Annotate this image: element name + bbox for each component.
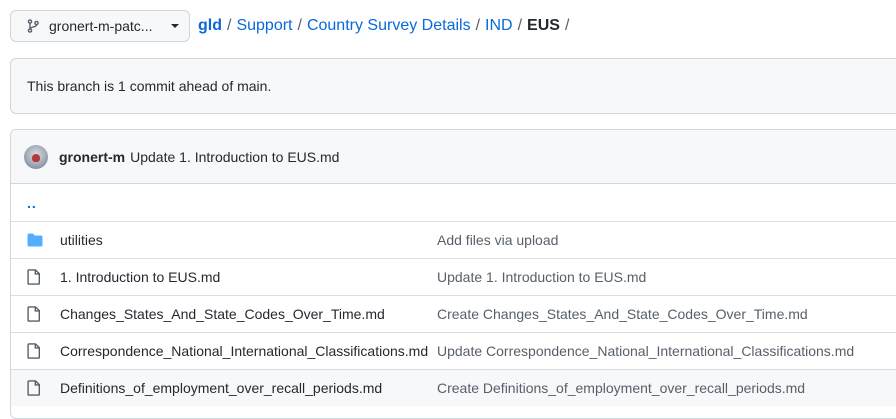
breadcrumb-item-support[interactable]: Support bbox=[236, 17, 292, 35]
latest-commit-bar: gronert-m Update 1. Introduction to EUS.… bbox=[11, 130, 896, 184]
table-row: 1. Introduction to EUS.md Update 1. Intr… bbox=[11, 258, 896, 295]
breadcrumb-repo-root[interactable]: gld bbox=[198, 17, 222, 35]
file-name-link[interactable]: Definitions_of_employment_over_recall_pe… bbox=[60, 380, 437, 396]
breadcrumb-separator: / bbox=[297, 17, 302, 34]
breadcrumb-separator: / bbox=[517, 17, 523, 34]
breadcrumb-item-ind[interactable]: IND bbox=[485, 17, 513, 35]
file-name-link[interactable]: Correspondence_National_International_Cl… bbox=[60, 343, 437, 359]
file-icon bbox=[27, 269, 43, 285]
file-icon bbox=[27, 343, 43, 359]
parent-directory-link[interactable]: .. bbox=[27, 195, 37, 211]
breadcrumb-separator: / bbox=[564, 17, 570, 34]
commit-message-link[interactable]: Update 1. Introduction to EUS.md bbox=[130, 149, 339, 165]
file-list: gronert-m Update 1. Introduction to EUS.… bbox=[10, 129, 896, 419]
chevron-down-icon bbox=[171, 24, 179, 28]
table-row: utilities Add files via upload bbox=[11, 221, 896, 258]
commit-author-link[interactable]: gronert-m bbox=[59, 149, 125, 165]
breadcrumb-separator: / bbox=[475, 17, 481, 34]
file-commit-link[interactable]: Update 1. Introduction to EUS.md bbox=[437, 269, 646, 285]
table-row: Changes_States_And_State_Codes_Over_Time… bbox=[11, 295, 896, 332]
branch-status-banner: This branch is 1 commit ahead of main. bbox=[10, 58, 896, 114]
file-commit-link[interactable]: Create Definitions_of_employment_over_re… bbox=[437, 380, 805, 396]
file-commit-link[interactable]: Add files via upload bbox=[437, 232, 558, 248]
parent-directory-row[interactable]: .. bbox=[11, 184, 896, 221]
file-name-link[interactable]: 1. Introduction to EUS.md bbox=[60, 269, 437, 285]
branch-name: gronert-m-patc... bbox=[49, 18, 153, 34]
file-commit-link[interactable]: Update Correspondence_National_Internati… bbox=[437, 343, 854, 359]
avatar[interactable] bbox=[24, 144, 48, 169]
file-commit-link[interactable]: Create Changes_States_And_State_Codes_Ov… bbox=[437, 306, 808, 322]
branch-selector-button[interactable]: gronert-m-patc... bbox=[10, 10, 190, 42]
table-row: Correspondence_National_International_Cl… bbox=[11, 332, 896, 369]
branch-ahead-message: This branch is 1 commit ahead of main. bbox=[27, 78, 272, 94]
file-name-link[interactable]: utilities bbox=[60, 232, 437, 248]
file-icon bbox=[27, 306, 43, 322]
topbar: gronert-m-patc... gld / Support / Countr… bbox=[10, 10, 574, 42]
breadcrumb-separator: / bbox=[227, 17, 232, 34]
file-name-link[interactable]: Changes_States_And_State_Codes_Over_Time… bbox=[60, 306, 437, 322]
file-icon bbox=[27, 380, 43, 396]
folder-icon bbox=[27, 232, 43, 248]
table-row: Definitions_of_employment_over_recall_pe… bbox=[11, 369, 896, 406]
breadcrumb-current: EUS bbox=[527, 17, 560, 34]
breadcrumb: gld / Support / Country Survey Details /… bbox=[198, 17, 574, 35]
git-branch-icon bbox=[25, 18, 41, 34]
breadcrumb-item-country-survey-details[interactable]: Country Survey Details bbox=[307, 17, 471, 35]
